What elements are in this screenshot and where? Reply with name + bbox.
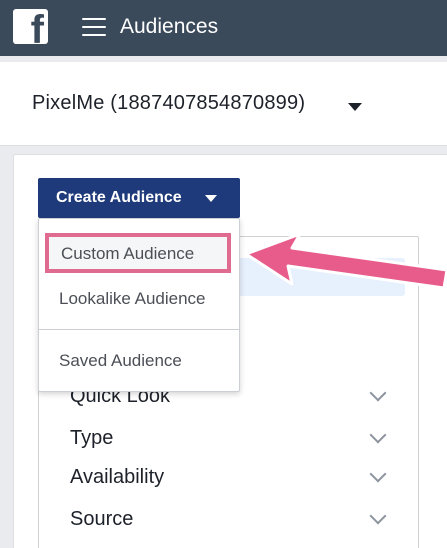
caret-down-icon [205,195,217,202]
menu-item-custom-audience[interactable]: Custom Audience [45,233,231,273]
filter-label: Type [70,427,114,449]
page-title: Audiences [120,15,219,38]
top-nav-bar: f Audiences [0,0,447,56]
chevron-down-icon [369,426,387,444]
pointer-arrow-icon [244,232,447,290]
create-audience-dropdown: Custom Audience Lookalike Audience Saved… [38,218,240,392]
filter-label: Availability [70,466,165,488]
menu-divider [39,329,239,330]
chevron-down-icon [369,507,387,525]
menu-item-label: Lookalike Audience [59,289,206,308]
account-selector[interactable]: PixelMe (1887407854870899) [0,62,447,146]
create-audience-label: Create Audience [56,189,182,206]
filter-type[interactable]: Type [70,425,400,455]
caret-down-icon[interactable] [348,103,362,111]
filter-label: Source [70,508,134,530]
chevron-down-icon [369,384,387,402]
create-audience-button[interactable]: Create Audience [38,178,240,218]
chevron-down-icon [369,465,387,483]
logo-glyph: f [30,9,44,44]
hamburger-menu-icon[interactable] [82,18,106,38]
menu-item-label: Custom Audience [61,244,195,263]
facebook-logo-icon[interactable]: f [13,9,48,44]
menu-item-label: Saved Audience [59,351,182,370]
filter-source[interactable]: Source [70,506,400,536]
account-name: PixelMe (1887407854870899) [32,92,306,114]
filter-availability[interactable]: Availability [70,464,400,494]
